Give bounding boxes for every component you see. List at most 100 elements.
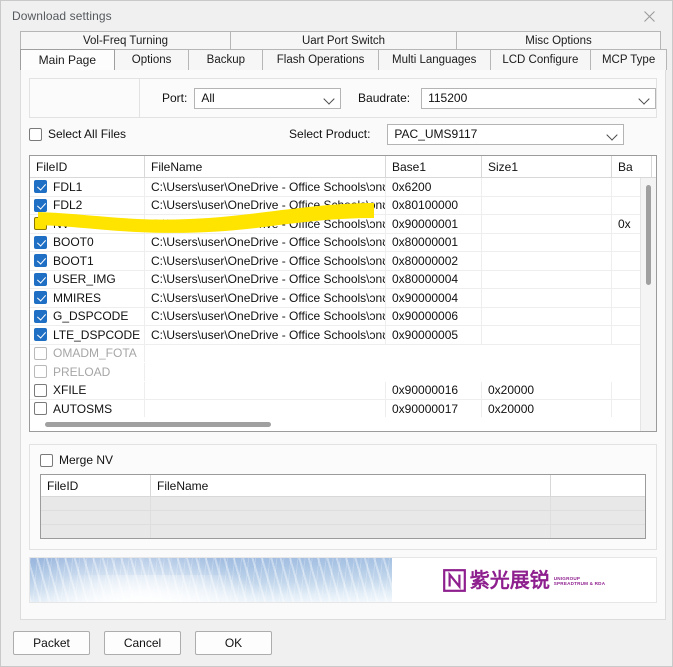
- cell-size1: [482, 252, 612, 270]
- table-row[interactable]: OMADM_FOTA: [30, 344, 656, 364]
- cancel-button[interactable]: Cancel: [104, 631, 181, 655]
- table-row[interactable]: G_DSPCODE C:\Users\user\OneDrive - Office…: [30, 307, 656, 326]
- table-row[interactable]: USER_IMG C:\Users\user\OneDrive - Office …: [30, 270, 656, 289]
- table-row[interactable]: [41, 511, 645, 525]
- tab-flash-operations[interactable]: Flash Operations: [262, 49, 379, 70]
- tab-misc-options[interactable]: Misc Options: [456, 31, 661, 49]
- cell-filename: C:\Users\user\OneDrive - Office Schools\…: [145, 307, 386, 325]
- file-row-checkbox[interactable]: [34, 272, 47, 286]
- cell-size1: 0x20000: [482, 381, 612, 399]
- select-all-files-checkbox[interactable]: [29, 127, 42, 141]
- file-table-body: FDL1 C:\Users\user\OneDrive - Office Scho…: [30, 178, 656, 431]
- column-header-filename[interactable]: FileName: [151, 475, 551, 496]
- cell-fileid-label: G_DSPCODE: [53, 309, 129, 324]
- tab-uart-port-switch[interactable]: Uart Port Switch: [230, 31, 457, 49]
- cell-fileid: FDL1: [30, 178, 145, 196]
- tab-vol-freq-turning[interactable]: Vol-Freq Turning: [20, 31, 231, 49]
- table-row[interactable]: FDL1 C:\Users\user\OneDrive - Office Scho…: [30, 178, 656, 197]
- merge-nv-table: FileID FileName: [40, 474, 646, 539]
- table-row[interactable]: BOOT1 C:\Users\user\OneDrive - Office Sch…: [30, 252, 656, 271]
- cell-size1: [482, 215, 612, 233]
- file-row-checkbox[interactable]: [34, 402, 47, 416]
- merge-nv-checkbox[interactable]: [40, 453, 53, 467]
- column-header-extra[interactable]: [551, 475, 645, 496]
- tab-main-page[interactable]: Main Page: [20, 49, 115, 70]
- cell-base1: 0x80100000: [386, 196, 482, 214]
- scrollbar-thumb[interactable]: [45, 422, 271, 427]
- merge-nv-header: Merge NV: [40, 452, 646, 468]
- file-row-checkbox[interactable]: [34, 235, 47, 249]
- cell-fileid-label: OMADM_FOTA: [53, 346, 137, 361]
- file-row-checkbox[interactable]: [34, 383, 47, 397]
- table-row[interactable]: AUTOSMS 0x90000017 0x20000: [30, 400, 656, 419]
- file-row-checkbox[interactable]: [34, 198, 47, 212]
- select-product-dropdown[interactable]: PAC_UMS9117: [387, 123, 625, 145]
- title-bar: Download settings: [1, 1, 672, 31]
- unisoc-logo: 紫光展锐 UNIGROUP SPREADTRUM & RDA: [392, 558, 656, 602]
- cell-base1: 0x80000002: [386, 252, 482, 270]
- table-row[interactable]: [41, 525, 645, 538]
- tab-backup[interactable]: Backup: [188, 49, 264, 70]
- table-row[interactable]: [41, 497, 645, 511]
- cell-size1: [482, 307, 612, 325]
- tab-strip: Vol-Freq Turning Uart Port Switch Misc O…: [1, 31, 672, 70]
- chevron-down-icon: [638, 92, 651, 105]
- download-settings-window: Download settings Vol-Freq Turning Uart …: [0, 0, 673, 667]
- tab-label: Vol-Freq Turning: [82, 34, 168, 47]
- file-table-horizontal-scrollbar[interactable]: [30, 417, 640, 431]
- cell-filename: C:\Users\user\OneDrive - Office Schools\…: [145, 289, 386, 307]
- cell-fileid: AUTOSMS: [30, 400, 145, 418]
- file-row-checkbox[interactable]: [34, 365, 47, 379]
- unisoc-logo-cn: 紫光展锐: [469, 568, 550, 592]
- cell-fileid: USER_IMG: [30, 270, 145, 288]
- table-row[interactable]: BOOT0 C:\Users\user\OneDrive - Office Sch…: [30, 233, 656, 252]
- cell-filename: C:\Users\user\OneDrive - Office Schools\…: [145, 233, 386, 251]
- file-row-checkbox[interactable]: [34, 328, 47, 342]
- tab-row-top: Vol-Freq Turning Uart Port Switch Misc O…: [20, 31, 666, 49]
- cell-filename: [145, 381, 386, 399]
- cell-fileid-label: PRELOAD: [53, 364, 111, 379]
- tab-mcp-type[interactable]: MCP Type: [590, 49, 667, 70]
- table-row[interactable]: MMIRES C:\Users\user\OneDrive - Office Sc…: [30, 289, 656, 308]
- file-row-checkbox[interactable]: [34, 180, 47, 194]
- table-row[interactable]: XFILE 0x90000016 0x20000: [30, 381, 656, 400]
- scrollbar-thumb[interactable]: [646, 185, 651, 285]
- tab-label: Misc Options: [525, 34, 592, 47]
- cell-size1: [482, 345, 612, 363]
- tab-options[interactable]: Options: [113, 49, 190, 70]
- cell-filename: C:\Users\user\OneDrive - Office Schools\…: [145, 326, 386, 344]
- tab-lcd-configure[interactable]: LCD Configure: [489, 49, 592, 70]
- select-row: Select All Files Select Product: PAC_UMS…: [21, 118, 665, 150]
- cell-base1: [386, 363, 482, 381]
- baudrate-select[interactable]: 115200: [421, 87, 656, 109]
- ok-button[interactable]: OK: [195, 631, 272, 655]
- column-header-base2[interactable]: Ba: [612, 156, 652, 177]
- file-table-vertical-scrollbar[interactable]: [640, 178, 656, 431]
- tab-multi-languages[interactable]: Multi Languages: [377, 49, 491, 70]
- cell-base1: 0x80000004: [386, 270, 482, 288]
- cell-fileid-label: XFILE: [53, 383, 87, 398]
- select-all-files-label: Select All Files: [48, 127, 127, 141]
- file-row-checkbox[interactable]: [34, 217, 47, 231]
- table-row[interactable]: LTE_DSPCODE C:\Users\user\OneDrive - Offi…: [30, 326, 656, 345]
- file-row-checkbox[interactable]: [34, 309, 47, 323]
- file-row-checkbox[interactable]: [34, 291, 47, 305]
- file-row-checkbox[interactable]: [34, 254, 47, 268]
- file-row-checkbox[interactable]: [34, 346, 47, 360]
- column-header-fileid[interactable]: FileID: [41, 475, 151, 496]
- cell-fileid: PRELOAD: [30, 363, 145, 381]
- table-row[interactable]: PRELOAD: [30, 363, 656, 382]
- table-row[interactable]: FDL2 C:\Users\user\OneDrive - Office Scho…: [30, 196, 656, 215]
- cell-size1: [482, 289, 612, 307]
- column-header-filename[interactable]: FileName: [145, 156, 386, 177]
- column-header-base1[interactable]: Base1: [386, 156, 482, 177]
- cell-base1: 0x90000016: [386, 381, 482, 399]
- table-row[interactable]: NV C:\Users\user\OneDrive - Office School…: [30, 215, 656, 234]
- tab-label: Options: [131, 54, 172, 66]
- packet-button[interactable]: Packet: [13, 631, 90, 655]
- select-product-value: PAC_UMS9117: [394, 127, 478, 141]
- column-header-fileid[interactable]: FileID: [30, 156, 145, 177]
- port-select[interactable]: All: [194, 87, 342, 109]
- close-icon[interactable]: [626, 1, 672, 31]
- column-header-size1[interactable]: Size1: [482, 156, 612, 177]
